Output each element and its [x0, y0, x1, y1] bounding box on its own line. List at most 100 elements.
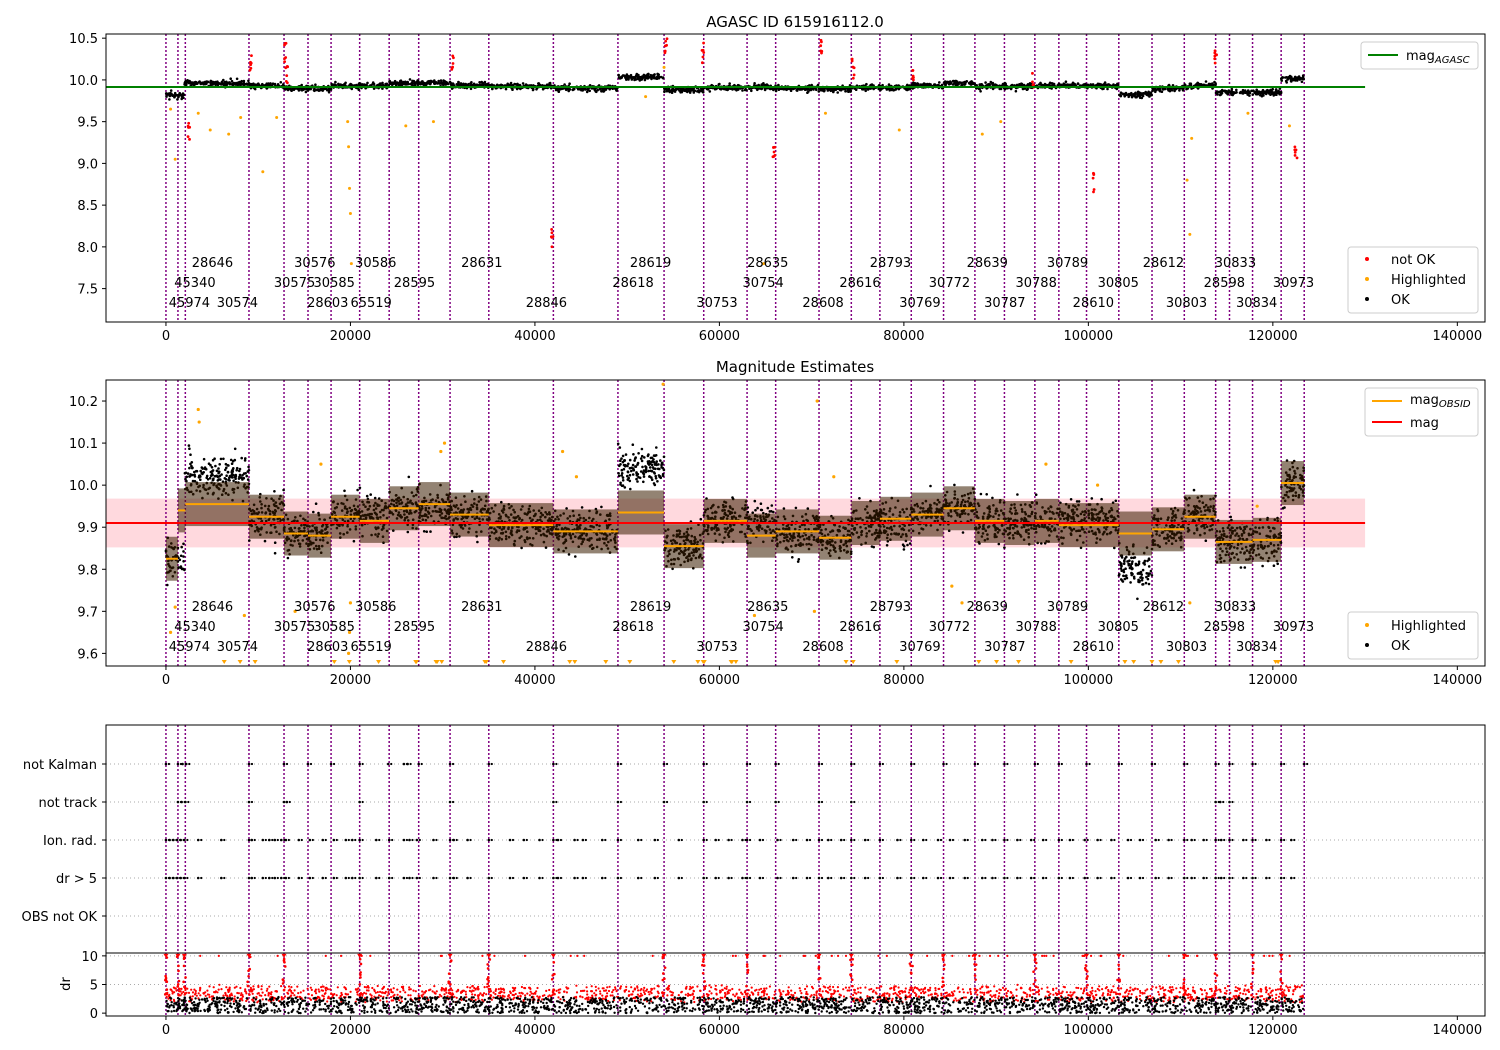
data-point [223, 477, 227, 480]
obsid-label: 30787 [984, 296, 1025, 311]
data-point [1235, 88, 1238, 92]
data-point [656, 72, 659, 76]
data-point [1295, 156, 1299, 160]
data-point [516, 82, 519, 86]
data-point [286, 556, 290, 560]
data-point [1181, 89, 1185, 92]
data-point [774, 89, 778, 93]
data-point [437, 79, 441, 83]
data-point [222, 457, 225, 461]
data-point [630, 469, 633, 473]
data-point [1204, 80, 1208, 83]
data-point [762, 82, 765, 85]
data-point [644, 95, 648, 99]
data-point [1227, 89, 1231, 92]
data-point [267, 82, 270, 85]
y-tick-label: 8.5 [77, 199, 98, 214]
data-point [222, 78, 225, 82]
data-point [1031, 80, 1034, 84]
data-point [657, 463, 660, 466]
data-point [642, 475, 646, 478]
data-point [655, 446, 658, 449]
data-point [1052, 82, 1056, 86]
data-point [619, 481, 622, 485]
data-point [650, 476, 653, 479]
data-point [197, 476, 201, 479]
data-point [844, 90, 847, 93]
obsid-label: 28639 [967, 256, 1008, 271]
obsid-label: 28635 [747, 256, 788, 271]
data-point [184, 477, 187, 481]
data-point [700, 61, 704, 65]
data-point [1257, 91, 1260, 94]
data-point [633, 459, 636, 462]
data-point [910, 83, 914, 86]
obsid-label: 30754 [742, 276, 783, 291]
data-point [1272, 92, 1275, 95]
data-point [521, 82, 525, 85]
obsid-label: 30769 [899, 296, 940, 311]
data-point [1031, 71, 1034, 75]
data-point [806, 91, 809, 94]
data-point [565, 507, 568, 510]
data-point [231, 459, 235, 463]
obsid-label: 30805 [1098, 276, 1139, 291]
data-point [772, 155, 776, 158]
data-point [628, 466, 632, 470]
obsid-label: 30788 [1015, 276, 1056, 291]
data-point [1039, 81, 1042, 85]
legend-label: Highlighted [1391, 273, 1466, 288]
data-point [1215, 90, 1219, 93]
data-point [188, 137, 191, 141]
data-point [227, 464, 230, 467]
data-point [202, 457, 206, 461]
figure: AGASC ID 615916112.0 2864645340459743057… [22, 13, 1486, 1038]
data-point [217, 478, 221, 481]
obsid-label: 28846 [526, 296, 567, 311]
data-point [654, 477, 658, 480]
data-point [1064, 80, 1068, 83]
data-point [644, 470, 647, 474]
data-point [451, 65, 454, 69]
data-point [766, 506, 770, 510]
data-point [1263, 91, 1267, 95]
obsid-label: 30973 [1273, 276, 1314, 291]
data-point [214, 464, 217, 468]
obsid-label: 65519 [350, 296, 391, 311]
x-tick-label: 0 [162, 329, 170, 344]
obsid-label: 30586 [355, 256, 396, 271]
obsid-label: 28610 [1073, 296, 1114, 311]
data-point [636, 74, 639, 78]
data-point [640, 447, 644, 451]
data-point [208, 128, 212, 132]
data-point [619, 463, 622, 466]
data-point [650, 463, 654, 467]
data-point [1289, 78, 1293, 81]
data-point [593, 88, 597, 92]
data-point [805, 88, 809, 91]
data-point [483, 80, 487, 84]
data-point [246, 478, 250, 481]
data-point [203, 466, 207, 469]
data-point [728, 82, 731, 85]
data-point [236, 81, 240, 85]
data-point [1092, 190, 1095, 194]
data-point [227, 132, 231, 136]
data-point [648, 460, 651, 463]
data-point [654, 454, 658, 457]
data-point [772, 146, 775, 149]
data-point [794, 506, 798, 510]
data-point [327, 90, 331, 94]
data-point [406, 530, 410, 534]
x-tick-label: 100000 [1064, 329, 1114, 344]
data-point [349, 262, 353, 266]
x-tick-label: 20000 [330, 329, 371, 344]
data-point [314, 502, 318, 506]
obsid-label: 30772 [929, 276, 970, 291]
data-point [230, 462, 234, 466]
data-point [495, 83, 499, 87]
data-point [1293, 151, 1297, 154]
data-point [215, 469, 219, 473]
data-point [195, 469, 199, 473]
obsid-label: 28598 [1204, 276, 1245, 291]
